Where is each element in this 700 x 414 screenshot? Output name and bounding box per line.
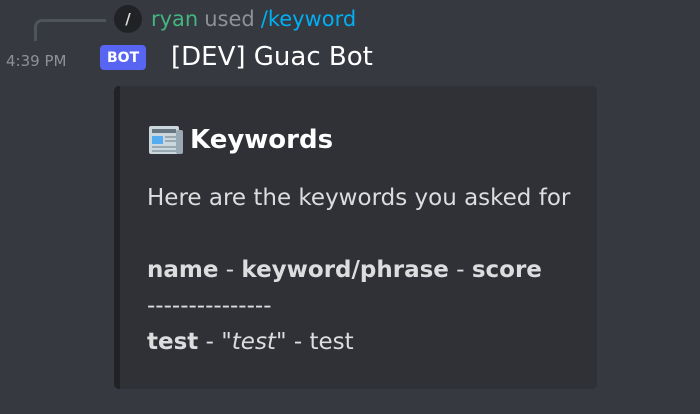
embed-description-text: Here are the keywords you asked for [147,185,571,211]
row-sep: - [286,329,310,355]
message-author[interactable]: [DEV] Guac Bot [171,42,373,72]
row-sep: - [198,329,222,355]
keyword-table-header: name - keyword/phrase - score [147,252,570,288]
row-score: test [309,329,354,355]
embed-description: Here are the keywords you asked for name… [147,180,570,360]
slash-command-icon: / [114,5,142,33]
reply-used-text: used [204,7,255,31]
bot-badge: BOT [100,45,147,70]
message-timestamp[interactable]: 4:39 PM [6,52,66,70]
chat-message: / ryan used /keyword 4:39 PM BOT [DEV] G… [0,0,700,414]
reply-command-name[interactable]: /keyword [261,7,356,31]
command-reference[interactable]: / ryan used /keyword [114,4,356,34]
header-score: score [471,257,542,283]
reply-username[interactable]: ryan [151,7,198,31]
embed-title: Keywords [190,125,334,155]
header-sep: - [448,257,472,283]
header-sep: - [218,257,242,283]
row-name: test [147,329,199,355]
reply-connector [34,19,106,41]
keyword-row: test - "test" - test [147,324,570,360]
header-keyword: keyword/phrase [241,257,449,283]
row-keyword: "test" [221,329,287,355]
embed-title-row: Keywords [148,124,333,156]
message-embed: Keywords Here are the keywords you asked… [114,86,597,389]
newspaper-icon [149,126,183,154]
table-divider: --------------- [147,293,272,319]
header-name: name [147,257,219,283]
